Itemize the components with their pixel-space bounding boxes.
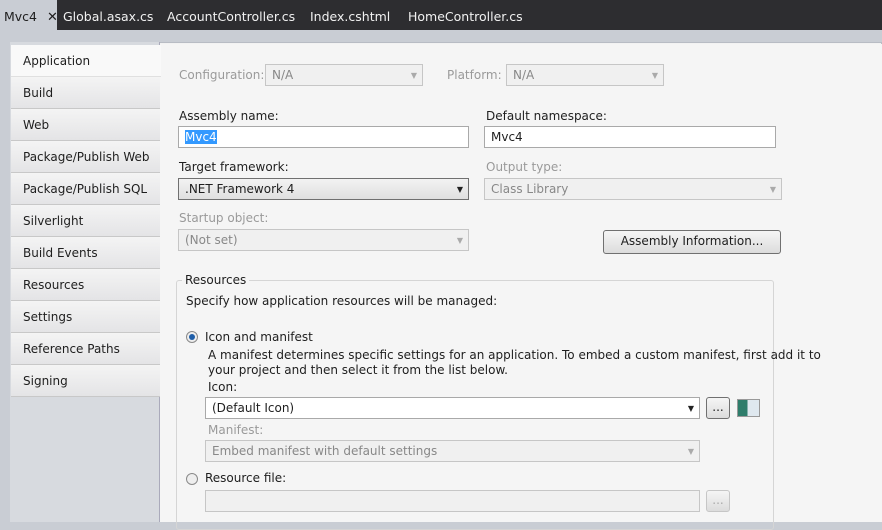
platform-select[interactable]: N/A bbox=[506, 64, 664, 86]
resource-file-label: Resource file: bbox=[205, 471, 287, 485]
assembly-name-label: Assembly name: bbox=[179, 109, 279, 123]
tab-home-controller[interactable]: HomeController.cs bbox=[404, 0, 527, 30]
assembly-name-input[interactable]: Mvc4 bbox=[178, 126, 469, 148]
icon-preview-image bbox=[737, 399, 760, 417]
resource-file-input[interactable] bbox=[205, 490, 700, 512]
sidebar-item-package-publish-web[interactable]: Package/Publish Web bbox=[11, 141, 160, 173]
icon-label: Icon: bbox=[208, 380, 238, 394]
sidebar-item-package-publish-sql[interactable]: Package/Publish SQL bbox=[11, 173, 160, 205]
tab-account-controller[interactable]: AccountController.cs bbox=[163, 0, 299, 30]
sidebar-item-application[interactable]: Application bbox=[11, 45, 161, 77]
manifest-description-line1: A manifest determines specific settings … bbox=[208, 348, 821, 362]
sidebar-item-build[interactable]: Build bbox=[11, 77, 160, 109]
configuration-select[interactable]: N/A bbox=[265, 64, 423, 86]
resource-file-browse-button[interactable]: ... bbox=[706, 490, 730, 512]
sidebar-item-build-events[interactable]: Build Events bbox=[11, 237, 160, 269]
sidebar-item-signing[interactable]: Signing bbox=[11, 365, 160, 397]
resource-file-radio[interactable] bbox=[186, 473, 198, 485]
output-type-label: Output type: bbox=[486, 160, 563, 174]
tab-mvc4[interactable]: Mvc4 ✕ bbox=[0, 0, 58, 30]
configuration-label: Configuration: bbox=[179, 68, 265, 82]
icon-manifest-label: Icon and manifest bbox=[205, 330, 313, 344]
assembly-name-value: Mvc4 bbox=[185, 130, 217, 144]
target-framework-label: Target framework: bbox=[179, 160, 289, 174]
close-icon[interactable]: ✕ bbox=[47, 10, 58, 25]
manifest-label: Manifest: bbox=[208, 423, 264, 437]
resources-description: Specify how application resources will b… bbox=[186, 294, 498, 308]
default-namespace-label: Default namespace: bbox=[486, 109, 607, 123]
icon-browse-button[interactable]: ... bbox=[706, 397, 730, 419]
default-namespace-input[interactable]: Mvc4 bbox=[484, 126, 776, 148]
document-tab-bar: Mvc4 ✕ Global.asax.cs AccountController.c… bbox=[0, 0, 882, 30]
manifest-select[interactable]: Embed manifest with default settings bbox=[205, 440, 700, 462]
sidebar-item-web[interactable]: Web bbox=[11, 109, 160, 141]
platform-label: Platform: bbox=[447, 68, 502, 82]
resources-group-title: Resources bbox=[182, 273, 250, 287]
icon-select[interactable]: (Default Icon) bbox=[205, 397, 700, 419]
assembly-information-button[interactable]: Assembly Information... bbox=[603, 230, 781, 254]
startup-object-label: Startup object: bbox=[179, 211, 269, 225]
sidebar-item-resources[interactable]: Resources bbox=[11, 269, 160, 301]
tab-index-cshtml[interactable]: Index.cshtml bbox=[306, 0, 394, 30]
manifest-description-line2: your project and then select it from the… bbox=[208, 363, 508, 377]
sidebar-item-settings[interactable]: Settings bbox=[11, 301, 160, 333]
tab-global-asax[interactable]: Global.asax.cs bbox=[59, 0, 157, 30]
tab-label: Mvc4 bbox=[4, 9, 38, 24]
icon-manifest-radio[interactable] bbox=[186, 331, 198, 343]
target-framework-select[interactable]: .NET Framework 4 bbox=[178, 178, 469, 200]
output-type-select[interactable]: Class Library bbox=[484, 178, 782, 200]
startup-object-select[interactable]: (Not set) bbox=[178, 229, 469, 251]
sidebar-item-reference-paths[interactable]: Reference Paths bbox=[11, 333, 160, 365]
sidebar-item-silverlight-applications[interactable]: Silverlight Applications bbox=[11, 205, 160, 260]
